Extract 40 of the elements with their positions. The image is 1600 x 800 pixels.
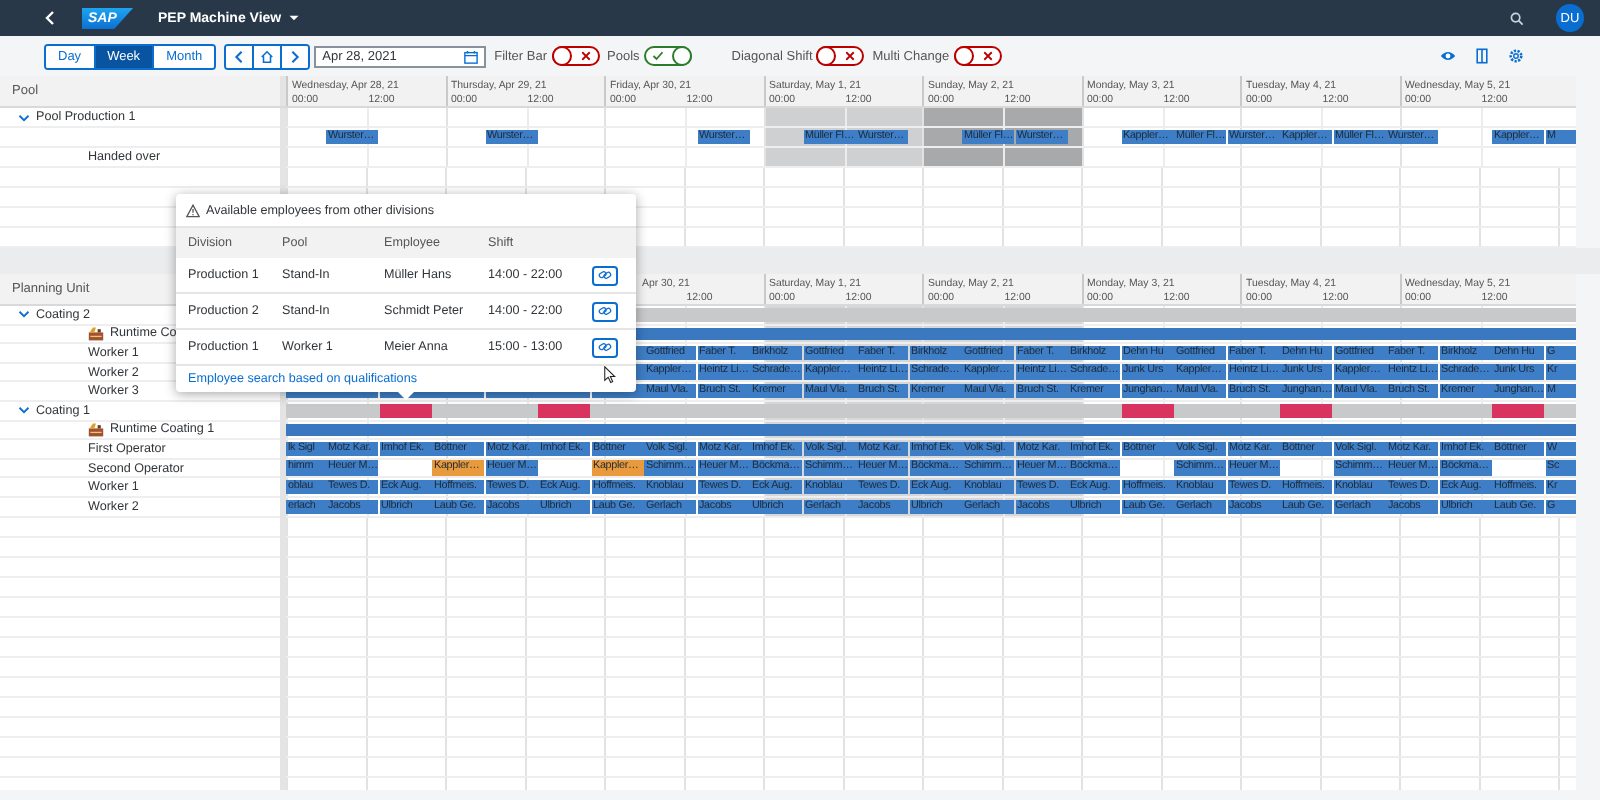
chevron-right-icon [288,49,303,63]
cursor-icon [604,366,616,384]
calendar-icon[interactable] [464,49,479,63]
chevron-down-icon[interactable] [18,111,30,123]
next-button[interactable] [282,45,309,67]
link-icon [598,268,612,282]
settings-icon[interactable] [1508,48,1524,64]
alert-bar[interactable] [379,403,431,418]
alert-bar[interactable] [1492,403,1544,418]
home-icon [260,49,275,63]
search-icon[interactable] [1510,11,1524,25]
home-button[interactable] [254,45,283,67]
chevron-left-icon [232,49,247,63]
assign-button[interactable] [592,265,618,285]
chevron-left-icon [42,10,58,26]
alert-bar[interactable] [1121,403,1173,418]
assign-button[interactable] [592,301,618,321]
toggle-switch[interactable] [551,46,600,66]
toggle-switch[interactable] [643,46,692,66]
chevron-down-icon[interactable] [18,308,30,321]
close-icon [981,50,994,62]
assign-button[interactable] [592,337,618,357]
machine-icon [88,421,104,438]
alert-bar[interactable] [538,403,590,418]
toggle-switch[interactable] [816,46,865,66]
previous-button[interactable] [226,45,255,67]
panel-icon[interactable] [1474,48,1490,64]
back-button[interactable] [40,8,60,28]
caret-icon [287,12,300,24]
close-icon [579,50,592,62]
warning-icon [186,203,200,217]
close-icon [844,50,857,62]
chevron-down-icon[interactable] [18,404,30,417]
machine-icon [88,325,104,342]
toggle-switch[interactable] [953,46,1002,66]
eye-icon[interactable] [1440,48,1456,64]
alert-bar[interactable] [1280,403,1332,418]
link-icon [598,340,612,354]
check-icon [651,50,664,62]
link-icon [598,304,612,318]
